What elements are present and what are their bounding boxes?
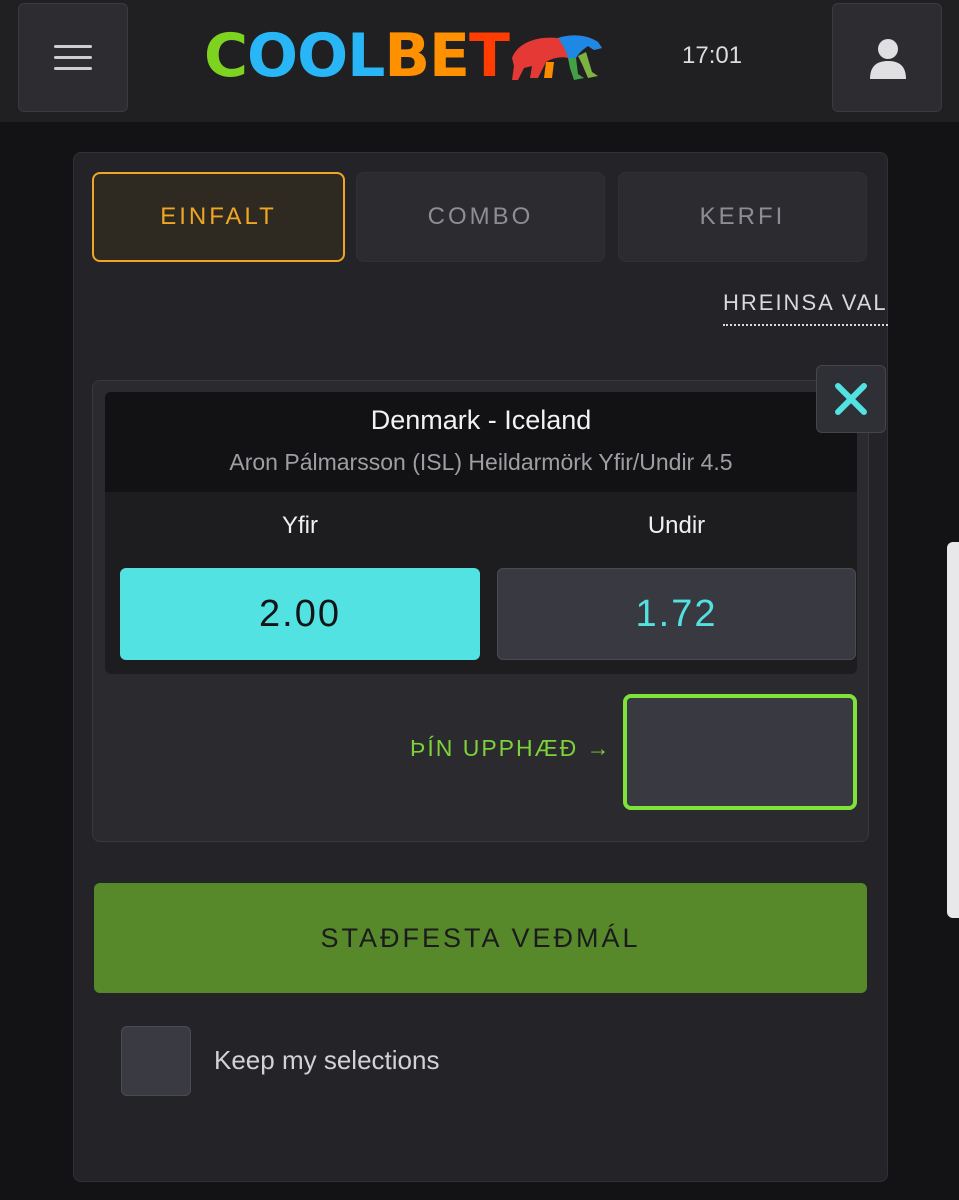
tab-combo[interactable]: COMBO — [356, 172, 605, 262]
tab-einfalt[interactable]: EINFALT — [92, 172, 345, 262]
polar-bear-logo-icon — [512, 35, 602, 80]
hamburger-icon — [54, 45, 92, 71]
logo-letter: O — [247, 21, 298, 91]
place-bet-button[interactable]: STAÐFESTA VEÐMÁL — [94, 883, 867, 993]
keep-selections-label: Keep my selections — [214, 1045, 440, 1075]
user-account-button[interactable] — [832, 3, 942, 112]
clock: 17:01 — [682, 42, 743, 69]
remove-selection-button[interactable] — [816, 365, 886, 433]
tab-kerfi[interactable]: KERFI — [618, 172, 867, 262]
clear-selections-link[interactable]: HREINSA VAL — [723, 290, 888, 326]
stake-input[interactable] — [623, 694, 857, 810]
scrollbar[interactable] — [947, 542, 959, 918]
user-icon — [870, 39, 906, 79]
keep-selections-checkbox[interactable] — [121, 1026, 191, 1096]
logo-letter: C — [204, 21, 248, 91]
top-bar: COOLBET 17:01 — [0, 0, 959, 122]
logo-letter: B — [384, 21, 430, 91]
outcome-label-yfir: Yfir — [282, 512, 318, 539]
odds-button-yfir[interactable]: 2.00 — [120, 568, 480, 660]
market-description: Aron Pálmarsson (ISL) Heildarmörk Yfir/U… — [229, 449, 733, 475]
stake-label: ÞÍN UPPHÆÐ → — [410, 735, 612, 761]
logo-letter: L — [347, 21, 385, 91]
coolbet-logo[interactable]: COOLBET — [204, 21, 510, 91]
logo-letter: T — [469, 21, 510, 91]
odds-button-undir[interactable]: 1.72 — [497, 568, 856, 660]
logo-letter: O — [297, 21, 348, 91]
match-title: Denmark - Iceland — [370, 405, 592, 435]
logo-letter: E — [429, 21, 470, 91]
outcome-label-undir: Undir — [647, 512, 706, 539]
close-icon — [835, 383, 867, 415]
menu-button[interactable] — [18, 3, 128, 112]
